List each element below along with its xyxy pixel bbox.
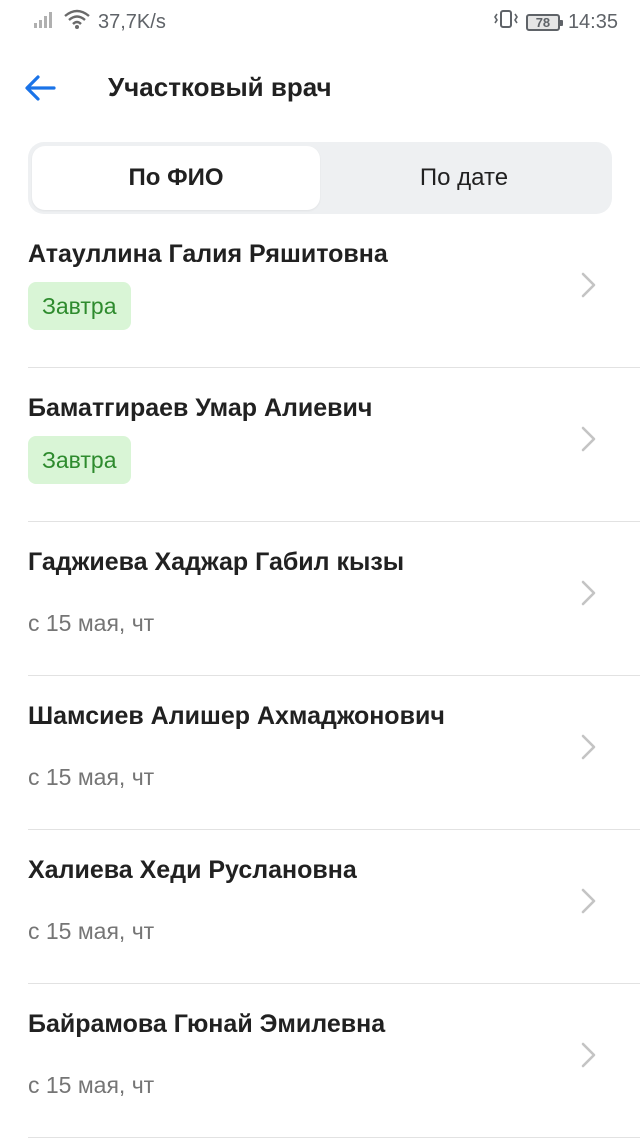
clock: 14:35 bbox=[567, 10, 618, 33]
doctor-row[interactable]: Халиева Хеди Руслановна с 15 мая, чт bbox=[0, 830, 640, 984]
arrow-left-icon bbox=[25, 75, 56, 101]
chevron-right-icon bbox=[581, 888, 596, 914]
wifi-icon bbox=[64, 9, 90, 35]
availability-date: с 15 мая, чт bbox=[28, 918, 155, 944]
availability-badge: Завтра bbox=[28, 282, 131, 330]
doctor-name: Байрамова Гюнай Эмилевна bbox=[28, 1010, 386, 1038]
chevron-right-icon bbox=[581, 426, 596, 452]
doctor-row[interactable]: Атауллина Галия Ряшитовна Завтра bbox=[0, 214, 640, 368]
status-bar: 37,7K/s 78 14:35 bbox=[0, 0, 640, 44]
chevron-right-icon bbox=[581, 1042, 596, 1068]
doctor-name: Атауллина Галия Ряшитовна bbox=[28, 240, 388, 268]
doctor-row[interactable]: Гаджиева Хаджар Габил кызы с 15 мая, чт bbox=[0, 522, 640, 676]
chevron-right-icon bbox=[581, 734, 596, 760]
availability-badge: Завтра bbox=[28, 436, 131, 484]
doctor-row[interactable]: Байрамова Гюнай Эмилевна с 15 мая, чт bbox=[0, 984, 640, 1138]
status-bar-left: 37,7K/s bbox=[34, 9, 166, 35]
tab-by-name[interactable]: По ФИО bbox=[32, 146, 320, 210]
status-bar-right: 78 14:35 bbox=[493, 9, 618, 35]
sort-segmented-control: По ФИО По дате bbox=[28, 142, 612, 214]
doctor-row[interactable]: Шамсиев Алишер Ахмаджонович с 15 мая, чт bbox=[0, 676, 640, 830]
doctor-list: Атауллина Галия Ряшитовна Завтра Баматги… bbox=[0, 214, 640, 1138]
page-title: Участковый врач bbox=[108, 72, 332, 102]
tab-by-date[interactable]: По дате bbox=[320, 146, 608, 210]
chevron-right-icon bbox=[581, 272, 596, 298]
network-speed: 37,7K/s bbox=[98, 10, 166, 33]
signal-icon bbox=[34, 10, 56, 34]
vibrate-icon bbox=[493, 9, 518, 35]
chevron-right-icon bbox=[581, 580, 596, 606]
back-button[interactable] bbox=[20, 70, 60, 106]
doctor-name: Гаджиева Хаджар Габил кызы bbox=[28, 548, 405, 576]
availability-date: с 15 мая, чт bbox=[28, 1072, 155, 1098]
availability-date: с 15 мая, чт bbox=[28, 610, 155, 636]
doctor-name: Халиева Хеди Руслановна bbox=[28, 856, 357, 884]
divider bbox=[28, 1137, 640, 1138]
doctor-name: Шамсиев Алишер Ахмаджонович bbox=[28, 702, 445, 730]
availability-date: с 15 мая, чт bbox=[28, 764, 155, 790]
doctor-row[interactable]: Баматгираев Умар Алиевич Завтра bbox=[0, 368, 640, 522]
doctor-name: Баматгираев Умар Алиевич bbox=[28, 394, 373, 422]
battery-icon: 78 bbox=[525, 13, 563, 31]
app-header: Участковый врач bbox=[0, 56, 640, 120]
